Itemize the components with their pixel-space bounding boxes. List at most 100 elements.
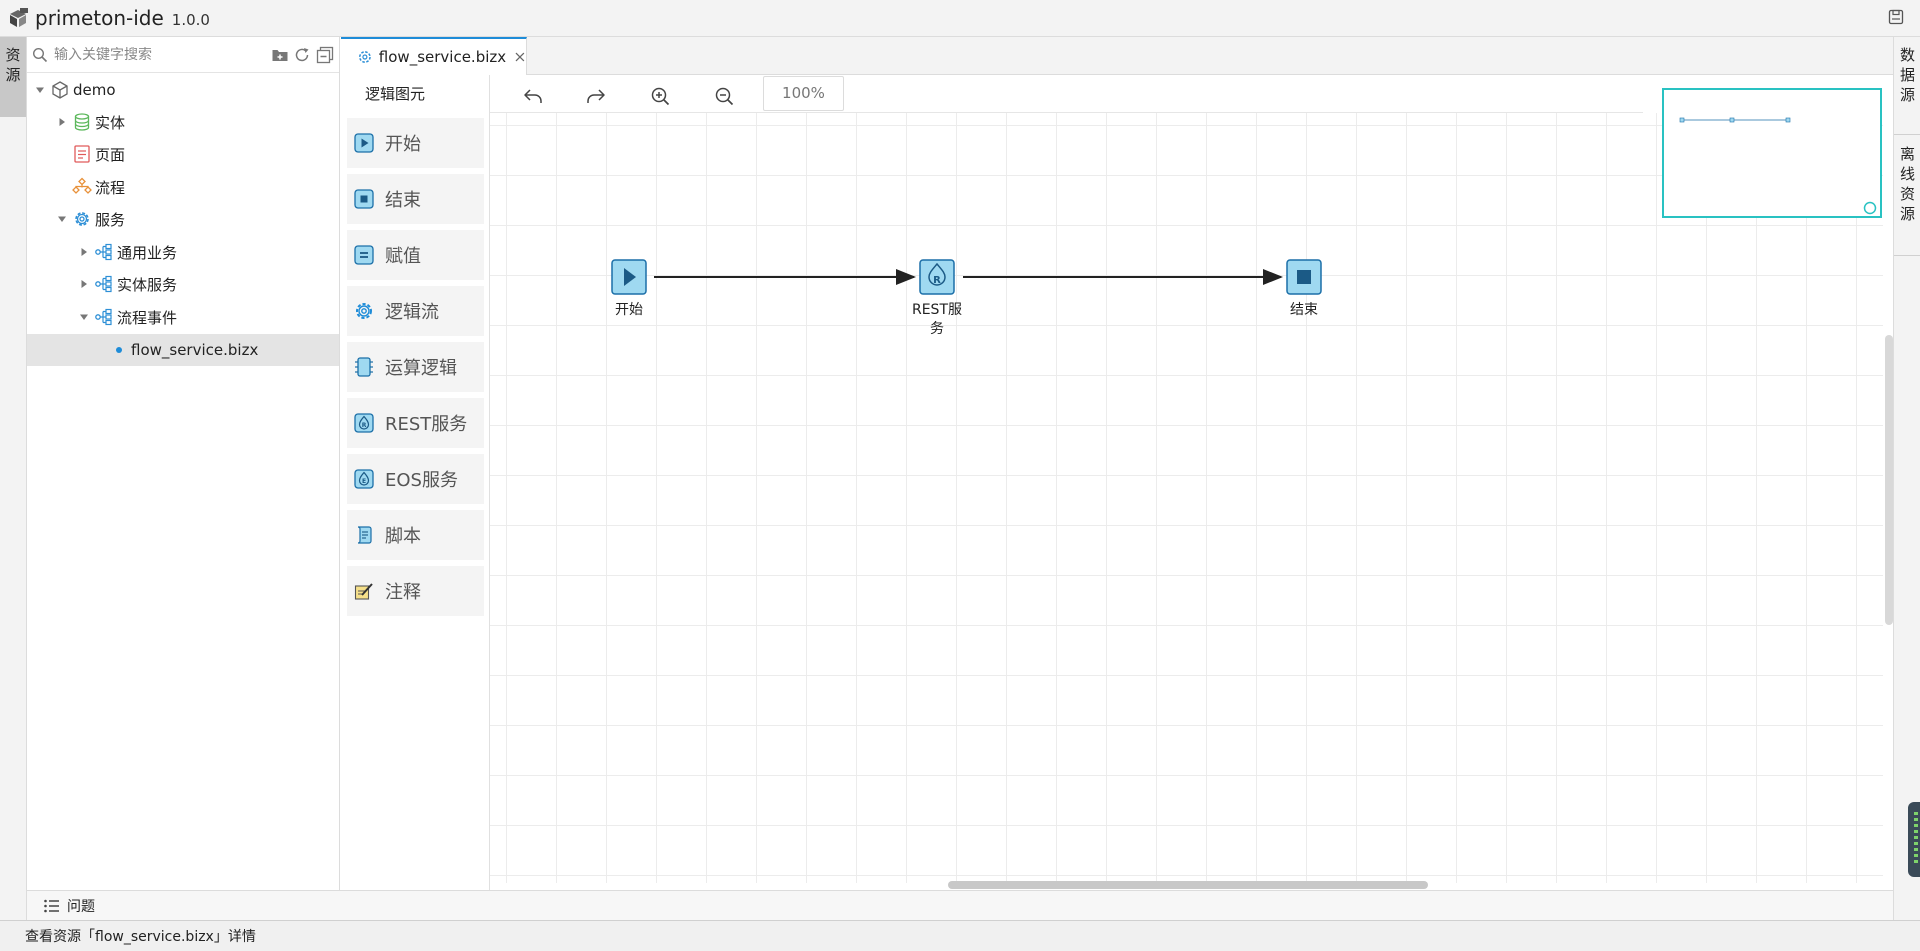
tree-item-label: flow_service.bizx [131,341,259,359]
search-input[interactable] [54,46,254,63]
palette-item-label: 注释 [385,582,421,603]
minimap[interactable] [1662,88,1882,218]
status-bar: 查看资源「flow_service.bizx」详情 [0,920,1920,951]
palette-item-end[interactable]: 结束 [347,174,484,224]
refresh-icon[interactable] [293,46,311,64]
palette-title: 逻辑图元 [365,85,426,103]
horizontal-scrollbar[interactable] [948,881,1428,889]
tree-item-label: 实体服务 [117,275,178,294]
palette-item-logic-flow[interactable]: 逻辑流 [347,286,484,336]
gear-icon [359,51,371,63]
problems-bar[interactable]: 问题 [27,890,1893,920]
tree-item-label: 页面 [95,145,126,164]
tree-item-label: 通用业务 [117,243,178,262]
palette-item-rest-service[interactable]: R REST服务 [347,398,484,448]
chevron-down-icon[interactable] [35,85,45,95]
svg-text:R: R [362,422,367,429]
palette-item-label: EOS服务 [385,470,458,491]
flow-canvas-area: 100% 开始 R REST服 务 结束 [490,75,1893,890]
tree-item-flow-service-file[interactable]: flow_service.bizx [27,334,339,366]
app-version: 1.0.0 [171,11,210,29]
rest-node-glyph: R [933,275,941,286]
palette-item-script[interactable]: 脚本 [347,510,484,560]
gear-icon [75,212,89,226]
tree-item-label: 实体 [95,113,126,132]
resource-tab[interactable]: 资源 [0,37,26,117]
branch-icon [95,308,112,326]
app-logo-icon [10,8,28,27]
rest-icon: R [354,413,374,433]
datasource-tab-label: 数据源 [1899,46,1915,104]
vertical-scrollbar[interactable] [1885,335,1893,625]
palette-item-label: 开始 [385,134,421,155]
tree-item-flow-event[interactable]: 流程事件 [27,301,339,333]
search-icon [32,47,48,62]
process-icon [72,177,92,194]
palette-item-comment[interactable]: 注释 [347,566,484,616]
new-folder-icon[interactable] [271,46,289,64]
eos-icon: E [354,469,374,489]
status-text: 查看资源「flow_service.bizx」详情 [25,929,256,945]
script-icon [357,526,372,544]
close-icon[interactable] [514,51,526,63]
minimap-resize-handle[interactable] [1863,201,1877,215]
branch-icon [95,243,112,261]
flow-node-rest[interactable]: R REST服 务 [912,259,962,337]
palette-item-label: 运算逻辑 [385,358,457,379]
chevron-down-icon[interactable] [79,312,89,322]
left-activity-bar: 资源 [0,37,27,920]
palette-item-label: 脚本 [385,526,421,547]
stop-icon [354,189,374,209]
svg-text:E: E [362,478,366,485]
chevron-down-icon[interactable] [57,214,67,224]
tree-item-process[interactable]: 流程 [27,171,339,203]
offline-resource-tab-label: 离线资源 [1899,145,1915,223]
database-icon [74,113,90,131]
palette-item-label: REST服务 [385,414,468,435]
tree-item-entity-service[interactable]: 实体服务 [27,268,339,300]
offline-resource-tab[interactable]: 离线资源 [1894,144,1920,224]
tree-item-entity[interactable]: 实体 [27,106,339,138]
right-tab-divider [1894,134,1920,135]
title-bar: primeton-ide 1.0.0 [0,0,1920,37]
tree-item-page[interactable]: 页面 [27,138,339,170]
tree-item-label: 服务 [95,210,126,229]
palette-item-label: 逻辑流 [385,302,439,323]
chevron-right-icon[interactable] [79,279,89,289]
list-icon [44,899,59,912]
tree-item-label: 流程事件 [117,308,178,327]
flow-node-label-line2: 务 [930,321,944,337]
tab-flow-service[interactable]: flow_service.bizx [341,37,527,75]
collapse-all-icon[interactable] [316,46,334,64]
page-icon [74,145,90,163]
right-activity-bar: 数据源 离线资源 [1893,37,1920,920]
palette-item-assign[interactable]: 赋值 [347,230,484,280]
explorer-panel: demo 实体 页面 流程 [27,37,340,890]
palette-item-operation-logic[interactable]: 运算逻辑 [347,342,484,392]
flow-node-start[interactable]: 开始 [611,259,647,318]
right-tab-divider [1894,255,1920,256]
flow-node-label: REST服 [912,302,962,318]
assign-icon [354,245,374,265]
flow-node-end[interactable]: 结束 [1286,259,1322,318]
tree-item-demo[interactable]: demo [27,74,339,106]
palette-item-label: 结束 [385,190,421,211]
save-layout-icon[interactable] [1888,9,1904,25]
flow-node-label: 开始 [615,302,643,318]
chip-icon [355,357,373,377]
palette-item-eos-service[interactable]: E EOS服务 [347,454,484,504]
tree-item-service[interactable]: 服务 [27,203,339,235]
datasource-tab[interactable]: 数据源 [1894,45,1920,105]
palette-item-label: 赋值 [385,246,421,267]
dot-icon [116,347,122,353]
minimap-view [1679,117,1877,215]
performance-gauge[interactable] [1908,802,1920,877]
app-name: primeton-ide [35,6,164,30]
tree-item-general-business[interactable]: 通用业务 [27,236,339,268]
palette-item-start[interactable]: 开始 [347,118,484,168]
play-icon [354,133,374,153]
flow-node-label: 结束 [1290,302,1318,318]
chevron-right-icon[interactable] [79,247,89,257]
chevron-right-icon[interactable] [57,117,67,127]
palette-panel: 逻辑图元 开始 结束 赋值 逻辑流 运算逻辑 R REST服务 E EOS服务 … [341,75,490,890]
